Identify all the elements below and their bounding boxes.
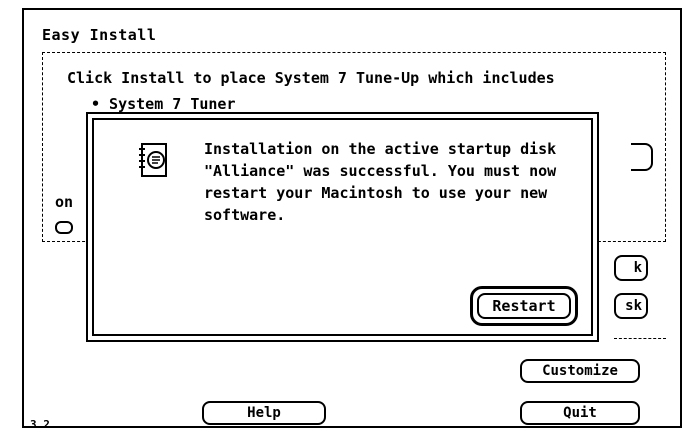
window-title: Easy Install: [42, 26, 157, 44]
switch-disk-button-partial[interactable]: sk: [614, 293, 648, 319]
version-label: 3.2: [30, 418, 50, 431]
component-list-item: • System 7 Tuner: [91, 95, 236, 113]
document-icon: [139, 143, 167, 177]
alert-message-line: "Alliance" was successful. You must now: [204, 162, 557, 180]
install-description: Click Install to place System 7 Tune-Up …: [67, 69, 555, 87]
truncated-label: on: [55, 193, 74, 211]
alert-frame: Installation on the active startup disk …: [92, 118, 593, 336]
alert-message-line: restart your Macintosh to use your new: [204, 184, 548, 202]
default-button-ring: Restart: [470, 286, 578, 326]
help-button[interactable]: Help: [202, 401, 326, 425]
partial-button[interactable]: [631, 143, 653, 171]
divider: [614, 338, 666, 339]
install-button-partial[interactable]: k: [614, 255, 648, 281]
disk-indicator-icon: [55, 221, 73, 234]
alert-message: Installation on the active startup disk …: [204, 138, 574, 226]
restart-button[interactable]: Restart: [477, 293, 571, 319]
installation-success-alert: Installation on the active startup disk …: [86, 112, 599, 342]
quit-button[interactable]: Quit: [520, 401, 640, 425]
customize-button[interactable]: Customize: [520, 359, 640, 383]
alert-message-line: software.: [204, 206, 286, 224]
alert-message-line: Installation on the active startup disk: [204, 140, 557, 158]
